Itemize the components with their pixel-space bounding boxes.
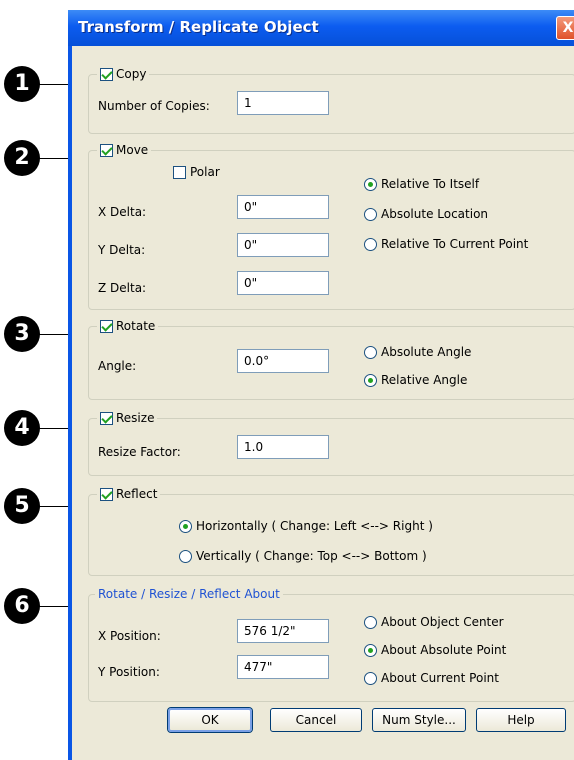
resize-checkbox[interactable] bbox=[100, 411, 113, 425]
polar-checkbox[interactable] bbox=[173, 165, 186, 179]
relative-to-itself-radio[interactable] bbox=[364, 177, 377, 191]
y-position-input[interactable] bbox=[237, 655, 329, 679]
number-of-copies-label: Number of Copies: bbox=[98, 99, 210, 113]
absolute-angle-option[interactable]: Absolute Angle bbox=[364, 345, 471, 359]
close-icon: X bbox=[562, 20, 574, 36]
about-label: Rotate / Resize / Reflect About bbox=[98, 587, 280, 601]
polar-option[interactable]: Polar bbox=[173, 165, 220, 179]
about-current-point-radio[interactable] bbox=[364, 671, 377, 685]
transform-replicate-dialog: Transform / Replicate Object X Copy Numb… bbox=[68, 10, 574, 760]
callout-6: 6 bbox=[4, 588, 40, 624]
z-delta-label: Z Delta: bbox=[98, 281, 147, 295]
copy-label: Copy bbox=[116, 67, 147, 81]
about-object-center-option[interactable]: About Object Center bbox=[364, 615, 504, 629]
y-delta-label: Y Delta: bbox=[98, 243, 146, 257]
reflect-label: Reflect bbox=[116, 487, 158, 501]
reflect-vertically-option[interactable]: Vertically ( Change: Top <--> Bottom ) bbox=[179, 549, 427, 563]
absolute-location-radio[interactable] bbox=[364, 207, 377, 221]
rotate-group: Rotate Angle: Absolute Angle Relative An… bbox=[88, 318, 574, 400]
reflect-vertically-label: Vertically ( Change: Top <--> Bottom ) bbox=[196, 549, 427, 563]
about-object-center-radio[interactable] bbox=[364, 615, 377, 629]
copy-group: Copy Number of Copies: bbox=[88, 66, 574, 134]
y-position-label: Y Position: bbox=[98, 665, 160, 679]
rotate-checkbox[interactable] bbox=[100, 319, 113, 333]
absolute-location-label: Absolute Location bbox=[381, 207, 489, 221]
resize-legend: Resize bbox=[97, 410, 158, 426]
relative-to-current-point-radio[interactable] bbox=[364, 237, 377, 251]
resize-group: Resize Resize Factor: bbox=[88, 410, 574, 476]
reflect-horizontally-label: Horizontally ( Change: Left <--> Right ) bbox=[196, 519, 433, 533]
relative-to-itself-option[interactable]: Relative To Itself bbox=[364, 177, 479, 191]
help-button[interactable]: Help bbox=[476, 708, 566, 732]
callout-1: 1 bbox=[4, 66, 40, 102]
callout-4: 4 bbox=[4, 410, 40, 446]
angle-input[interactable] bbox=[237, 349, 329, 373]
resize-factor-input[interactable] bbox=[237, 435, 329, 459]
relative-angle-label: Relative Angle bbox=[381, 373, 468, 387]
relative-angle-option[interactable]: Relative Angle bbox=[364, 373, 467, 387]
reflect-vertically-radio[interactable] bbox=[179, 549, 192, 563]
angle-label: Angle: bbox=[98, 359, 137, 373]
copy-checkbox[interactable] bbox=[100, 67, 113, 81]
x-delta-input[interactable] bbox=[237, 195, 329, 219]
about-object-center-label: About Object Center bbox=[381, 615, 504, 629]
about-current-point-option[interactable]: About Current Point bbox=[364, 671, 499, 685]
reflect-legend: Reflect bbox=[97, 486, 161, 502]
z-delta-input[interactable] bbox=[237, 271, 329, 295]
move-checkbox[interactable] bbox=[100, 143, 113, 157]
resize-label: Resize bbox=[116, 411, 155, 425]
about-group: Rotate / Resize / Reflect About X Positi… bbox=[88, 586, 574, 702]
move-label: Move bbox=[116, 143, 149, 157]
move-legend: Move bbox=[97, 142, 152, 158]
callout-2: 2 bbox=[4, 140, 40, 176]
title-bar[interactable]: Transform / Replicate Object X bbox=[68, 10, 574, 46]
relative-angle-radio[interactable] bbox=[364, 373, 377, 387]
absolute-angle-label: Absolute Angle bbox=[381, 345, 472, 359]
relative-to-itself-label: Relative To Itself bbox=[381, 177, 480, 191]
about-legend: Rotate / Resize / Reflect About bbox=[95, 586, 283, 602]
relative-to-current-point-label: Relative To Current Point bbox=[381, 237, 529, 251]
polar-label: Polar bbox=[190, 165, 220, 179]
close-button[interactable]: X bbox=[556, 16, 574, 40]
rotate-label: Rotate bbox=[116, 319, 156, 333]
absolute-angle-radio[interactable] bbox=[364, 345, 377, 359]
callout-5: 5 bbox=[4, 488, 40, 524]
x-position-input[interactable] bbox=[237, 619, 329, 643]
reflect-checkbox[interactable] bbox=[100, 487, 113, 501]
callout-3: 3 bbox=[4, 316, 40, 352]
reflect-group: Reflect Horizontally ( Change: Left <-->… bbox=[88, 486, 574, 576]
about-current-point-label: About Current Point bbox=[381, 671, 499, 685]
reflect-horizontally-radio[interactable] bbox=[179, 519, 192, 533]
dialog-title: Transform / Replicate Object bbox=[78, 18, 319, 36]
about-absolute-point-radio[interactable] bbox=[364, 643, 377, 657]
x-position-label: X Position: bbox=[98, 629, 161, 643]
rotate-legend: Rotate bbox=[97, 318, 159, 334]
num-style-button[interactable]: Num Style... bbox=[372, 708, 466, 732]
absolute-location-option[interactable]: Absolute Location bbox=[364, 207, 488, 221]
about-absolute-point-option[interactable]: About Absolute Point bbox=[364, 643, 506, 657]
ok-button[interactable]: OK bbox=[168, 708, 252, 732]
cancel-button[interactable]: Cancel bbox=[270, 708, 362, 732]
x-delta-label: X Delta: bbox=[98, 205, 147, 219]
resize-factor-label: Resize Factor: bbox=[98, 445, 181, 459]
about-absolute-point-label: About Absolute Point bbox=[381, 643, 507, 657]
dialog-body: Copy Number of Copies: Move Polar X Delt… bbox=[72, 46, 574, 760]
reflect-horizontally-option[interactable]: Horizontally ( Change: Left <--> Right ) bbox=[179, 519, 433, 533]
move-group: Move Polar X Delta: Y Delta: Z Delta: Re… bbox=[88, 142, 574, 310]
relative-to-current-point-option[interactable]: Relative To Current Point bbox=[364, 237, 528, 251]
copy-legend: Copy bbox=[97, 66, 150, 82]
number-of-copies-input[interactable] bbox=[237, 91, 329, 115]
y-delta-input[interactable] bbox=[237, 233, 329, 257]
